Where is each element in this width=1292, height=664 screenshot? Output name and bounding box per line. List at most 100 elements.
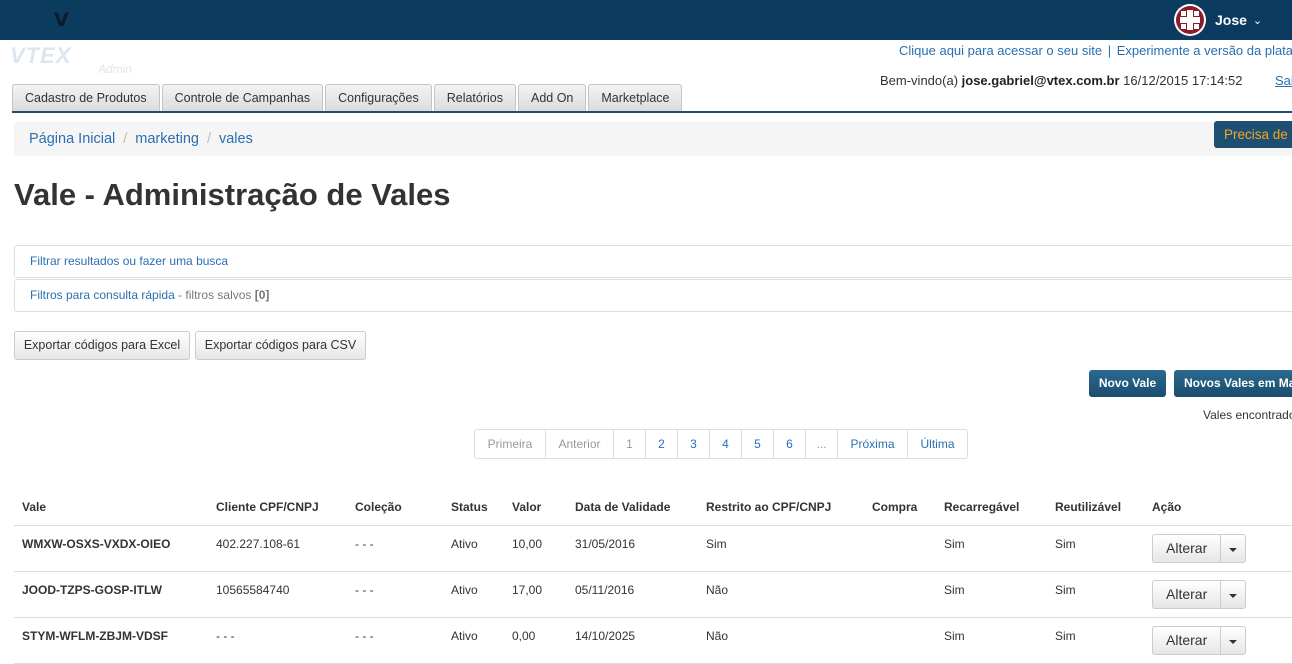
caret-down-icon[interactable]: [1220, 534, 1247, 563]
expiry-date: 14/10/2025: [567, 617, 698, 664]
client-document: - - -: [208, 617, 347, 664]
voucher-code: JOOD-TZPS-GOSP-ITLW: [14, 571, 208, 618]
reusable: Sim: [1047, 525, 1144, 572]
rechargeable: Sim: [936, 525, 1047, 572]
restricted: Sim: [698, 525, 864, 572]
status: Ativo: [443, 617, 504, 664]
rechargeable: Sim: [936, 617, 1047, 664]
new-bulk-vouchers-button[interactable]: Novos Vales em Massa: [1174, 370, 1292, 397]
quick-filter-panel[interactable]: Filtros para consulta rápida - filtros s…: [14, 279, 1292, 312]
action-cell: Alterar: [1144, 571, 1292, 618]
user-menu[interactable]: Jose ⌄: [1174, 4, 1262, 36]
column-header: Ação: [1144, 488, 1292, 526]
avatar[interactable]: [1174, 4, 1206, 36]
restricted: Não: [698, 571, 864, 618]
column-header[interactable]: Restrito ao CPF/CNPJ: [698, 488, 864, 526]
tab-marketplace[interactable]: Marketplace: [588, 84, 683, 111]
vouchers-table: Vale Cliente CPF/CNPJ Coleção Status Val…: [14, 488, 1292, 664]
action-cell: Alterar: [1144, 617, 1292, 664]
rechargeable: Sim: [936, 571, 1047, 618]
tab-relatorios[interactable]: Relatórios: [433, 84, 516, 111]
page-2[interactable]: 2: [645, 430, 677, 458]
status: Ativo: [443, 525, 504, 572]
edit-button[interactable]: Alterar: [1152, 626, 1221, 655]
collection: - - -: [347, 525, 443, 572]
site-link[interactable]: Clique aqui para acessar o seu site: [899, 43, 1102, 58]
column-header[interactable]: Cliente CPF/CNPJ: [208, 488, 347, 526]
page-previous[interactable]: Anterior: [545, 430, 613, 458]
value: 0,00: [504, 617, 567, 664]
purchase: [864, 571, 936, 618]
table-row: WMXW-OSXS-VXDX-OIEO 402.227.108-61 - - -…: [14, 525, 1292, 572]
logo-word: VTEX: [10, 43, 72, 68]
column-header[interactable]: Reutilizável: [1047, 488, 1144, 526]
saved-filters-count: [0]: [254, 288, 270, 302]
new-voucher-button[interactable]: Novo Vale: [1089, 370, 1166, 397]
page-last[interactable]: Última: [907, 430, 967, 458]
caret-down-icon[interactable]: [1220, 626, 1247, 655]
breadcrumb-vales[interactable]: vales: [219, 131, 253, 147]
collection: - - -: [347, 571, 443, 618]
vtex-admin-logo: VTEX Admin: [10, 43, 132, 76]
page-next[interactable]: Próxima: [837, 430, 907, 458]
tab-cadastro-produtos[interactable]: Cadastro de Produtos: [12, 84, 160, 111]
tab-underline: [12, 111, 1292, 113]
pagination: Primeira Anterior 1 2 3 4 5 6 ... Próxim…: [474, 429, 968, 459]
vtex-v-logo[interactable]: V: [54, 9, 69, 31]
page-6[interactable]: 6: [773, 430, 805, 458]
page-ellipsis: ...: [805, 430, 837, 458]
action-button-group: Alterar: [1152, 626, 1247, 655]
column-header[interactable]: Compra: [864, 488, 936, 526]
tab-configuracoes[interactable]: Configurações: [325, 84, 432, 111]
user-email: jose.gabriel@vtex.com.br: [961, 73, 1120, 88]
edit-button[interactable]: Alterar: [1152, 580, 1221, 609]
page-title: Vale - Administração de Vales: [14, 177, 451, 212]
expiry-date: 05/11/2016: [567, 571, 698, 618]
breadcrumb-home[interactable]: Página Inicial: [29, 131, 115, 147]
reusable: Sim: [1047, 571, 1144, 618]
expiry-date: 31/05/2016: [567, 525, 698, 572]
column-header[interactable]: Data de Validade: [567, 488, 698, 526]
logout-link[interactable]: Sair: [1275, 73, 1292, 88]
page-first[interactable]: Primeira: [475, 430, 545, 458]
chevron-down-icon[interactable]: ⌄: [1253, 14, 1262, 27]
action-cell: Alterar: [1144, 525, 1292, 572]
column-header[interactable]: Coleção: [347, 488, 443, 526]
value: 10,00: [504, 525, 567, 572]
column-header[interactable]: Recarregável: [936, 488, 1047, 526]
tab-controle-campanhas[interactable]: Controle de Campanhas: [161, 84, 324, 111]
purchase: [864, 617, 936, 664]
action-button-group: Alterar: [1152, 580, 1247, 609]
restricted: Não: [698, 617, 864, 664]
help-button[interactable]: Precisa de ajuda?: [1214, 121, 1292, 148]
header-links: Clique aqui para acessar o seu site | Ex…: [899, 43, 1292, 58]
column-header[interactable]: Vale: [14, 488, 208, 526]
edit-button[interactable]: Alterar: [1152, 534, 1221, 563]
datetime: 16/12/2015 17:14:52: [1119, 73, 1243, 88]
tab-add-on[interactable]: Add On: [518, 84, 587, 111]
table-header-row: Vale Cliente CPF/CNPJ Coleção Status Val…: [14, 488, 1292, 526]
export-csv-button[interactable]: Exportar códigos para CSV: [195, 331, 366, 360]
new-version-link[interactable]: Experimente a versão da plataforma: [1117, 43, 1292, 58]
search-filter-link[interactable]: Filtrar resultados ou fazer uma busca: [15, 254, 228, 268]
top-bar: V Jose ⌄: [0, 0, 1292, 40]
caret-down-icon[interactable]: [1220, 580, 1247, 609]
client-document: 402.227.108-61: [208, 525, 347, 572]
page-1[interactable]: 1: [613, 430, 645, 458]
column-header[interactable]: Status: [443, 488, 504, 526]
quick-filter-link[interactable]: Filtros para consulta rápida: [30, 288, 175, 302]
logo-admin: Admin: [98, 62, 133, 76]
page-3[interactable]: 3: [677, 430, 709, 458]
table-row: STYM-WFLM-ZBJM-VDSF - - - - - - Ativo 0,…: [14, 617, 1292, 664]
breadcrumb-marketing[interactable]: marketing: [135, 131, 199, 147]
user-name[interactable]: Jose: [1215, 12, 1247, 28]
page-5[interactable]: 5: [741, 430, 773, 458]
search-filter-panel[interactable]: Filtrar resultados ou fazer uma busca: [14, 245, 1292, 278]
breadcrumb: Página Inicial / marketing / vales: [14, 122, 1292, 156]
found-count-text: Vales encontrados: [1203, 408, 1292, 422]
page-4[interactable]: 4: [709, 430, 741, 458]
export-excel-button[interactable]: Exportar códigos para Excel: [14, 331, 190, 360]
value: 17,00: [504, 571, 567, 618]
column-header[interactable]: Valor: [504, 488, 567, 526]
voucher-code: STYM-WFLM-ZBJM-VDSF: [14, 617, 208, 664]
